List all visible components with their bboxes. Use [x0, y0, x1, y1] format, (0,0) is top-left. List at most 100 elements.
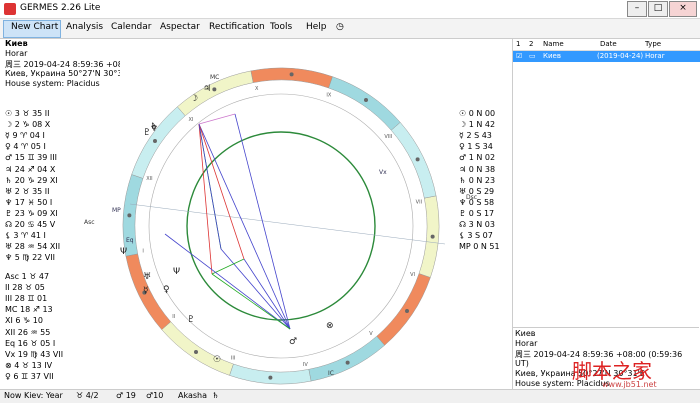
zodiac-sign-mark — [405, 308, 410, 313]
zodiac-sign-mark — [127, 213, 132, 218]
zodiac-segment — [376, 273, 431, 346]
house-row: ♀ 6 ♊ 37 VII — [5, 371, 54, 381]
planet-row: ♅ 28 ♒ 54 XII — [5, 242, 61, 252]
maximize-button[interactable]: □ — [648, 1, 668, 17]
col-date[interactable]: Date — [600, 40, 617, 48]
declination-row: ♃ 0 N 38 — [459, 164, 496, 174]
planet-row: ☽ 2 ♑ 08 X — [5, 120, 51, 130]
axis-label: Asc — [84, 219, 95, 226]
declination-row: ♆ 0 S 58 — [459, 197, 495, 207]
zodiac-sign-mark — [212, 87, 217, 92]
house-number: X — [255, 86, 259, 92]
planet-glyph: ♀ — [163, 285, 170, 295]
col-2[interactable]: 2 — [529, 40, 533, 48]
zodiac-segment — [229, 363, 312, 385]
chart-name: Киев — [5, 39, 28, 48]
zodiac-sign-mark — [430, 234, 435, 239]
planet-row: ⚸ 3 ♈ 41 I — [5, 231, 46, 241]
planet-glyph: ☿ — [143, 286, 149, 296]
zodiac-segment — [131, 106, 186, 179]
col-type[interactable]: Type — [645, 40, 661, 48]
row-date: (2019-04-24) — [597, 52, 644, 60]
aspect-line — [211, 258, 245, 275]
title-bar: GERMES 2.26 Lite – □ × — [0, 0, 700, 19]
aspect-line — [198, 123, 222, 250]
aspect-line — [198, 123, 291, 330]
zodiac-segment — [390, 121, 437, 199]
house-row: Eq 16 ♉ 05 I — [5, 338, 56, 348]
row-type: Horar — [645, 52, 665, 60]
zodiac-sign-mark — [152, 139, 157, 144]
list-row-selected[interactable]: ☑ ▭ Киев (2019-04-24) Horar — [513, 51, 700, 62]
menu-tools[interactable]: Tools — [270, 22, 292, 32]
house-number: I — [142, 248, 143, 254]
point-label: Vx — [379, 169, 387, 176]
aspect-line — [198, 113, 236, 125]
menu-aspectar[interactable]: Aspectar — [160, 22, 200, 32]
house-row: Vx 19 ♍ 43 VII — [5, 349, 64, 359]
menu-bar: New Chart Analysis Calendar Aspectar Rec… — [0, 19, 700, 39]
planet-glyph: Ψ — [120, 247, 127, 257]
declination-row: MP 0 N 51 — [459, 242, 500, 252]
menu-new-chart[interactable]: New Chart — [11, 22, 58, 32]
status-akasha: Akasha — [178, 391, 208, 400]
planet-glyph: ♅ — [143, 272, 151, 282]
planet-row: ☉ 3 ♉ 35 II — [5, 109, 50, 118]
menu-help[interactable]: Help — [306, 22, 327, 32]
axis-label: IC — [328, 370, 334, 377]
wheel-group: IIIIIIIVVVIVIIVIIIIXXXIXIIMCAscDscIC☽♃♄♆… — [84, 67, 477, 385]
declination-row: ♄ 0 N 23 — [459, 175, 496, 185]
aspect-line — [198, 123, 213, 275]
row-name: Киев — [543, 52, 561, 60]
house-number: XI — [189, 117, 194, 123]
planet-glyph: ♃ — [203, 84, 211, 94]
zodiac-sign-mark — [268, 375, 273, 380]
zodiac-segment — [250, 67, 333, 89]
house-row: III 28 ♊ 01 — [5, 294, 48, 304]
house-row: XII 26 ♒ 55 — [5, 327, 51, 337]
planet-glyph: Ψ — [173, 267, 180, 277]
col-1[interactable]: 1 — [516, 40, 520, 48]
close-button[interactable]: × — [669, 1, 697, 17]
zodiac-segment — [161, 321, 234, 376]
row-checkbox-icon[interactable]: ☑ — [516, 52, 522, 60]
zodiac-sign-mark — [415, 157, 420, 162]
planet-glyph: ♇ — [143, 128, 151, 138]
house-row: XI 6 ♑ 10 — [5, 316, 43, 326]
house-number: III — [231, 356, 235, 362]
menu-analysis[interactable]: Analysis — [66, 22, 103, 32]
planet-row: ♂ 15 ♊ 39 III — [5, 153, 57, 163]
zodiac-segment — [328, 76, 401, 131]
declination-row: ☿ 2 S 43 — [459, 131, 492, 141]
planet-row: ♃ 24 ♐ 04 X — [5, 164, 56, 174]
zodiac-sign-mark — [289, 72, 294, 77]
status-item-1: ♉ 4/2 — [76, 391, 99, 400]
status-item-3: ♂10 — [146, 391, 164, 400]
app-icon — [4, 3, 16, 15]
status-item-2: ♂ 19 — [116, 391, 136, 400]
planet-row: ♀ 4 ♈ 05 I — [5, 142, 46, 152]
chart-list-panel: 1 2 Name Date Type ☑ ▭ Киев (2019-04-24)… — [512, 39, 700, 389]
menu-calendar[interactable]: Calendar — [111, 22, 151, 32]
chart-type: Horar — [5, 49, 28, 58]
status-bar: Now Kiev: Year ♉ 4/2 ♂ 19 ♂10 Akasha ♄ — [0, 389, 700, 403]
menu-rectification[interactable]: Rectification — [209, 22, 265, 32]
status-item-5: ♄ — [212, 391, 220, 400]
planet-row: ♆ 17 ♓ 50 I — [5, 197, 53, 207]
declination-row: ♅ 0 S 29 — [459, 186, 495, 196]
planet-glyph: ♂ — [289, 337, 297, 347]
col-name[interactable]: Name — [543, 40, 564, 48]
house-number: IX — [326, 92, 331, 98]
planet-row: ☊ 20 ♋ 45 V — [5, 220, 56, 229]
watermark-url: www.jb51.net — [602, 380, 657, 389]
zodiac-segment — [308, 335, 386, 382]
minimize-button[interactable]: – — [627, 1, 647, 17]
house-number: IV — [303, 362, 308, 368]
planet-row: ♅ 2 ♉ 35 II — [5, 186, 50, 196]
info-line-1: Киев — [515, 329, 536, 338]
window-title: GERMES 2.26 Lite — [20, 3, 101, 13]
ascendant-axis — [129, 203, 446, 245]
clock-icon[interactable]: ◷ — [336, 22, 344, 32]
planet-glyph: ⊗ — [326, 321, 334, 331]
natal-chart-wheel[interactable]: IIIIIIIVVVIVIIVIIIIXXXIXIIMCAscDscIC☽♃♄♆… — [60, 39, 510, 389]
